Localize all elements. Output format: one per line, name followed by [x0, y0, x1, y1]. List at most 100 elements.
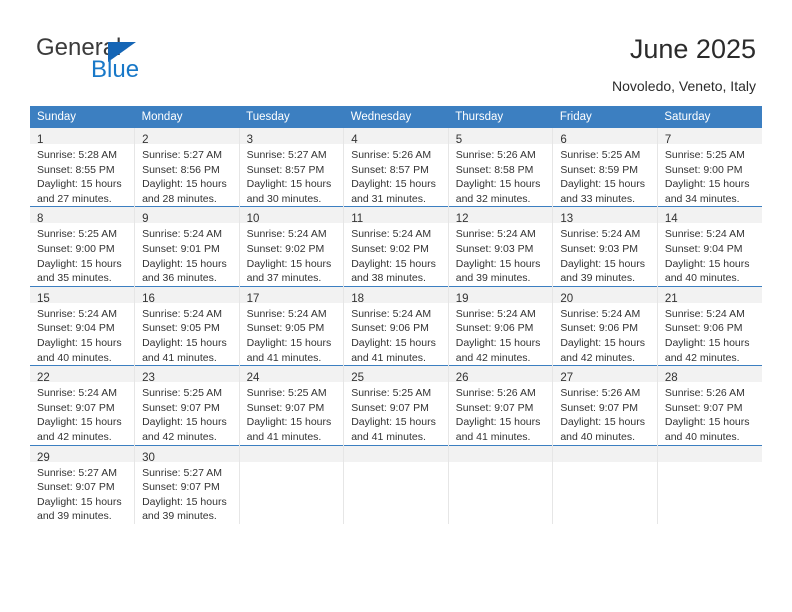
calendar-day-cell[interactable]: 4 Sunrise: 5:26 AM Sunset: 8:57 PM Daylight… [343, 126, 449, 207]
sunset-time-text: Sunset: 9:04 PM [37, 322, 115, 335]
sunrise-time-text: Sunrise: 5:24 AM [351, 307, 432, 320]
day-cell-details: Sunrise: 5:25 AM Sunset: 9:07 PM Daylight:… [240, 382, 344, 444]
daylight-duration-text-line2: and 36 minutes. [142, 272, 217, 285]
calendar-day-cell[interactable]: 2 Sunrise: 5:27 AM Sunset: 8:56 PM Daylight… [134, 126, 240, 207]
day-number-strip: 28 [657, 366, 762, 384]
calendar-day-cell[interactable]: 25 Sunrise: 5:25 AM Sunset: 9:07 PM Dayligh… [343, 365, 449, 445]
calendar-day-cell[interactable]: 5 Sunrise: 5:26 AM Sunset: 8:58 PM Daylight… [447, 126, 553, 207]
sunset-time-text: Sunset: 8:59 PM [560, 163, 638, 176]
calendar-day-cell[interactable]: 17 Sunrise: 5:24 AM Sunset: 9:05 PM Dayligh… [238, 285, 344, 366]
generalblue-logo[interactable]: General Blue [36, 34, 266, 86]
day-number: 6 [560, 134, 567, 146]
day-cell-details: Sunrise: 5:24 AM Sunset: 9:04 PM Daylight:… [30, 303, 134, 365]
sunrise-time-text: Sunrise: 5:25 AM [351, 387, 432, 400]
daylight-duration-text-line2: and 33 minutes. [560, 192, 636, 205]
sunrise-time-text: Sunrise: 5:24 AM [142, 307, 223, 320]
sunset-time-text: Sunset: 9:07 PM [351, 401, 429, 414]
day-cell-details: Sunrise: 5:25 AM Sunset: 9:00 PM Daylight:… [30, 223, 134, 285]
sunrise-time-text: Sunrise: 5:24 AM [37, 307, 117, 320]
calendar-day-cell[interactable]: 3 Sunrise: 5:27 AM Sunset: 8:57 PM Daylight… [238, 126, 344, 207]
calendar-day-cell[interactable]: 28 Sunrise: 5:26 AM Sunset: 9:07 PM Dayligh… [656, 365, 762, 445]
daylight-duration-text-line2: and 42 minutes. [560, 351, 636, 364]
sunset-time-text: Sunset: 9:06 PM [664, 322, 743, 335]
sunrise-time-text: Sunrise: 5:24 AM [246, 228, 327, 241]
calendar-day-cell[interactable]: 19 Sunrise: 5:24 AM Sunset: 9:06 PM Dayligh… [447, 285, 553, 366]
sunrise-time-text: Sunrise: 5:26 AM [455, 149, 536, 161]
day-number: 9 [142, 213, 149, 226]
daylight-duration-text-line1: Daylight: 15 hours [560, 416, 645, 429]
calendar-day-cell[interactable]: 13 Sunrise: 5:24 AM Sunset: 9:03 PM Dayligh… [552, 206, 658, 287]
daylight-duration-text-line2: and 42 minutes. [142, 430, 217, 443]
day-cell-details [240, 462, 344, 466]
sunrise-time-text: Sunrise: 5:26 AM [351, 149, 432, 161]
calendar-day-cell[interactable]: 29 Sunrise: 5:27 AM Sunset: 9:07 PM Dayligh… [30, 444, 135, 524]
day-number: 16 [142, 292, 155, 305]
calendar-day-cell[interactable]: 9 Sunrise: 5:24 AM Sunset: 9:01 PM Daylight… [134, 206, 240, 287]
daylight-duration-text-line2: and 41 minutes. [455, 430, 531, 443]
daylight-duration-text-line2: and 27 minutes. [37, 192, 112, 205]
calendar-day-cell[interactable]: 15 Sunrise: 5:24 AM Sunset: 9:04 PM Dayligh… [30, 285, 135, 366]
day-cell-details: Sunrise: 5:26 AM Sunset: 9:07 PM Daylight:… [553, 382, 657, 444]
calendar-day-cell[interactable]: 7 Sunrise: 5:25 AM Sunset: 9:00 PM Daylight… [656, 126, 762, 207]
day-number: 10 [246, 213, 260, 226]
daylight-duration-text-line1: Daylight: 15 hours [664, 336, 750, 349]
day-number-strip: 24 [239, 366, 344, 385]
sunset-time-text: Sunset: 9:02 PM [246, 242, 325, 255]
daylight-duration-text-line1: Daylight: 15 hours [142, 416, 227, 429]
calendar-day-cell[interactable]: 27 Sunrise: 5:26 AM Sunset: 9:07 PM Dayligh… [552, 365, 658, 445]
day-cell-details: Sunrise: 5:24 AM Sunset: 9:06 PM Daylight:… [449, 303, 553, 365]
sunrise-time-text: Sunrise: 5:24 AM [351, 228, 432, 241]
sunrise-time-text: Sunrise: 5:28 AM [37, 149, 117, 161]
calendar-day-cell[interactable]: 11 Sunrise: 5:24 AM Sunset: 9:02 PM Dayligh… [343, 206, 449, 287]
day-cell-details: Sunrise: 5:24 AM Sunset: 9:06 PM Daylight:… [553, 303, 657, 365]
day-number-strip: 25 [344, 366, 448, 384]
calendar-day-cell[interactable]: 1 Sunrise: 5:28 AM Sunset: 8:55 PM Daylight… [30, 126, 135, 207]
day-number-strip: 15 [30, 286, 135, 305]
daylight-duration-text-line2: and 42 minutes. [664, 351, 740, 364]
day-number-strip: 22 [30, 366, 135, 384]
daylight-duration-text-line2: and 42 minutes. [37, 430, 112, 443]
day-number-strip: 21 [657, 286, 762, 305]
sunset-time-text: Sunset: 8:58 PM [455, 163, 534, 176]
calendar-day-cell[interactable]: 26 Sunrise: 5:26 AM Sunset: 9:07 PM Dayligh… [447, 365, 553, 445]
calendar-day-cell[interactable]: 18 Sunrise: 5:24 AM Sunset: 9:06 PM Dayligh… [343, 285, 449, 366]
day-cell-details: Sunrise: 5:27 AM Sunset: 8:56 PM Daylight:… [135, 144, 239, 206]
calendar-day-cell[interactable]: 6 Sunrise: 5:25 AM Sunset: 8:59 PM Daylight… [552, 126, 658, 207]
calendar-day-cell[interactable]: 24 Sunrise: 5:25 AM Sunset: 9:07 PM Dayligh… [238, 365, 344, 445]
calendar-day-cell[interactable]: 8 Sunrise: 5:25 AM Sunset: 9:00 PM Daylight… [30, 206, 135, 287]
calendar-day-cell[interactable]: 14 Sunrise: 5:24 AM Sunset: 9:04 PM Dayligh… [656, 206, 762, 287]
day-cell-details: Sunrise: 5:24 AM Sunset: 9:02 PM Daylight:… [240, 223, 344, 285]
daylight-duration-text-line2: and 31 minutes. [351, 192, 426, 205]
calendar-day-cell[interactable]: 22 Sunrise: 5:24 AM Sunset: 9:07 PM Dayligh… [30, 365, 135, 445]
day-number: 3 [246, 134, 254, 146]
day-number-strip [239, 445, 344, 462]
day-number-strip: 3 [239, 128, 344, 146]
sunrise-time-text: Sunrise: 5:25 AM [37, 228, 117, 241]
daylight-duration-text-line1: Daylight: 15 hours [664, 178, 750, 191]
calendar-day-cell[interactable]: 23 Sunrise: 5:25 AM Sunset: 9:07 PM Dayligh… [134, 365, 240, 445]
calendar-day-cell[interactable]: 21 Sunrise: 5:24 AM Sunset: 9:06 PM Dayligh… [656, 285, 762, 366]
weekday-header-saturday: Saturday [657, 106, 762, 128]
daylight-duration-text-line2: and 37 minutes. [246, 272, 322, 285]
sunset-time-text: Sunset: 9:07 PM [246, 401, 325, 414]
sunrise-time-text: Sunrise: 5:24 AM [560, 228, 641, 241]
day-number: 24 [246, 372, 260, 385]
daylight-duration-text-line1: Daylight: 15 hours [142, 257, 227, 270]
calendar-day-cell[interactable]: 12 Sunrise: 5:24 AM Sunset: 9:03 PM Dayligh… [447, 206, 553, 287]
daylight-duration-text-line1: Daylight: 15 hours [142, 336, 227, 349]
sunrise-time-text: Sunrise: 5:24 AM [142, 228, 223, 241]
calendar-day-cell[interactable]: 16 Sunrise: 5:24 AM Sunset: 9:05 PM Dayligh… [134, 285, 240, 366]
sunset-time-text: Sunset: 9:07 PM [142, 481, 220, 494]
sunset-time-text: Sunset: 8:55 PM [37, 163, 115, 176]
sunrise-time-text: Sunrise: 5:26 AM [455, 387, 536, 400]
day-cell-details: Sunrise: 5:27 AM Sunset: 9:07 PM Daylight:… [135, 462, 239, 524]
calendar-day-cell[interactable]: 20 Sunrise: 5:24 AM Sunset: 9:06 PM Dayligh… [552, 285, 658, 366]
calendar-week-row: 22 Sunrise: 5:24 AM Sunset: 9:07 PM Dayligh… [30, 365, 762, 445]
calendar-day-cell[interactable]: 30 Sunrise: 5:27 AM Sunset: 9:07 PM Dayligh… [134, 444, 240, 524]
calendar-day-cell[interactable]: 10 Sunrise: 5:24 AM Sunset: 9:02 PM Dayligh… [238, 206, 344, 287]
sunset-time-text: Sunset: 9:03 PM [455, 242, 534, 255]
day-cell-details: Sunrise: 5:25 AM Sunset: 8:59 PM Daylight:… [553, 144, 657, 206]
sunrise-time-text: Sunrise: 5:24 AM [455, 228, 536, 241]
sunrise-time-text: Sunrise: 5:24 AM [37, 387, 117, 400]
daylight-duration-text-line1: Daylight: 15 hours [664, 416, 750, 429]
